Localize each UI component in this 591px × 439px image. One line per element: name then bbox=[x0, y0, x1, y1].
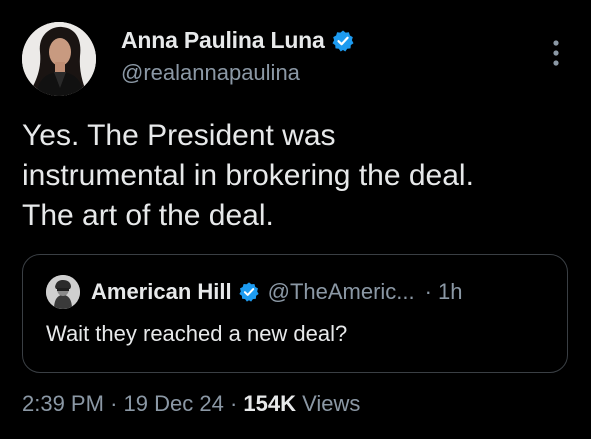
quoted-tweet-text: Wait they reached a new deal? bbox=[46, 321, 348, 346]
quoted-tweet[interactable]: American Hill @TheAmeric... · 1h Wait th… bbox=[22, 254, 568, 373]
quoted-author-avatar[interactable] bbox=[46, 275, 80, 309]
tweet-text-line: Yes. The President was bbox=[22, 119, 336, 152]
quoted-header-row: American Hill @TheAmeric... · 1h bbox=[91, 279, 462, 305]
separator-dot: · bbox=[110, 391, 118, 416]
views-count[interactable]: 154K bbox=[243, 391, 296, 416]
more-vertical-icon[interactable] bbox=[546, 38, 566, 68]
tweet-card: Anna Paulina Luna @realannapaulina Yes. … bbox=[0, 0, 591, 439]
verified-badge-icon bbox=[331, 29, 355, 53]
quoted-display-name[interactable]: American Hill bbox=[91, 279, 232, 305]
author-display-name[interactable]: Anna Paulina Luna bbox=[121, 27, 325, 54]
tweet-text-line: The art of the deal. bbox=[22, 199, 274, 232]
separator-dot: · bbox=[424, 279, 432, 304]
tweet-date[interactable]: 19 Dec 24 bbox=[124, 391, 224, 416]
tweet-meta: 2:39 PM · 19 Dec 24 · 154K Views bbox=[22, 391, 360, 417]
views-label: Views bbox=[302, 391, 361, 416]
author-avatar[interactable] bbox=[22, 22, 96, 96]
tweet-text-line: instrumental in brokering the deal. bbox=[22, 159, 474, 192]
avatar-photo-icon bbox=[22, 22, 96, 96]
quoted-timestamp[interactable]: 1h bbox=[438, 279, 462, 305]
tweet-text: Yes. The President was instrumental in b… bbox=[22, 116, 572, 236]
tweet-time[interactable]: 2:39 PM bbox=[22, 391, 104, 416]
quoted-avatar-photo-icon bbox=[46, 275, 80, 309]
author-handle[interactable]: @realannapaulina bbox=[121, 60, 300, 86]
verified-badge-icon bbox=[238, 281, 260, 303]
quoted-handle[interactable]: @TheAmeric... bbox=[268, 279, 415, 305]
author-name-row: Anna Paulina Luna bbox=[121, 27, 355, 54]
separator-dot: · bbox=[229, 391, 238, 416]
